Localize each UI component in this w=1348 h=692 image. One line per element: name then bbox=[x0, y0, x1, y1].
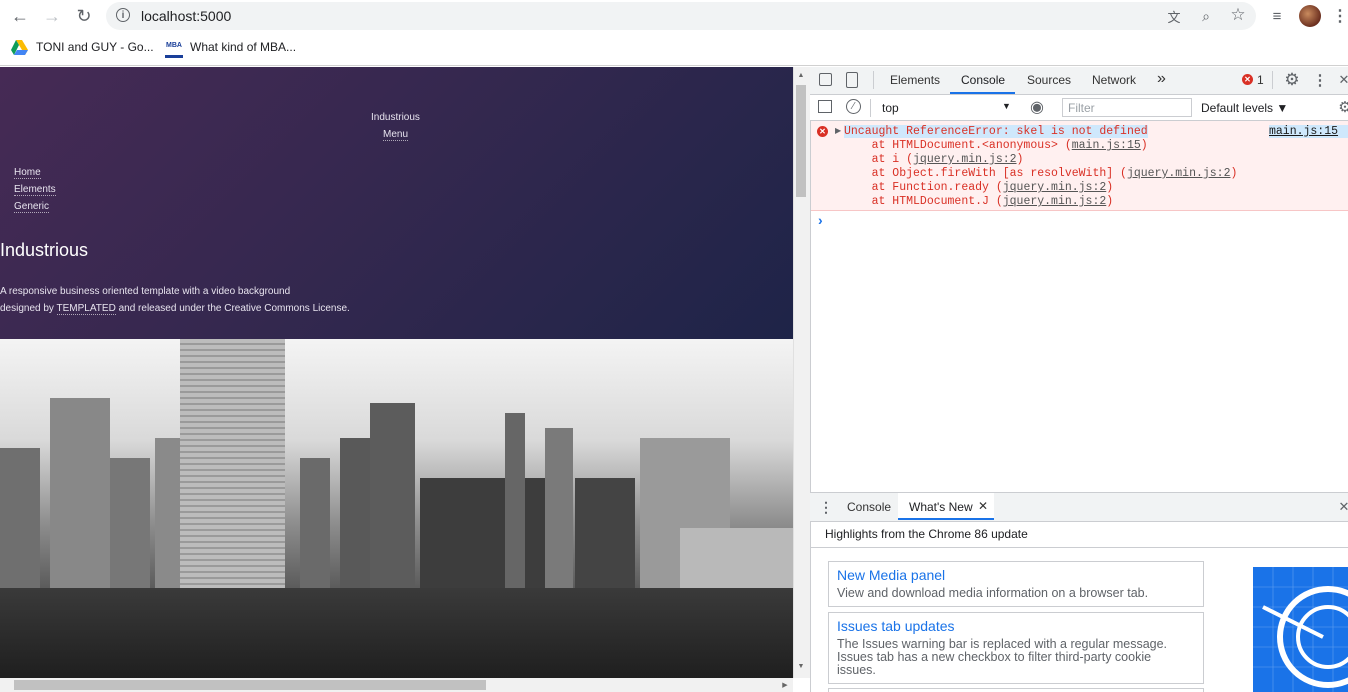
stack-line: at Object.fireWith [as resolveWith] (jqu… bbox=[844, 167, 1238, 180]
profile-avatar[interactable] bbox=[1299, 5, 1321, 27]
subtitle-line1: A responsive business oriented template … bbox=[0, 286, 291, 297]
stack-line: at HTMLDocument.<anonymous> (main.js:15) bbox=[844, 139, 1148, 152]
card-title[interactable]: Issues tab updates bbox=[837, 618, 955, 634]
close-devtools-icon[interactable]: ✕ bbox=[1338, 71, 1348, 89]
error-source-link[interactable]: main.js:15 bbox=[1269, 125, 1348, 138]
media-control-icon[interactable]: ≡ bbox=[1267, 6, 1287, 26]
context-dropdown-icon[interactable]: ▼ bbox=[1002, 101, 1011, 111]
show-sidebar-icon[interactable] bbox=[818, 100, 832, 113]
nav-generic[interactable]: Generic bbox=[14, 201, 50, 213]
browser-menu-icon[interactable]: ⋮ bbox=[1332, 6, 1348, 26]
menu-link[interactable]: Menu bbox=[383, 129, 409, 141]
whats-new-header: Highlights from the Chrome 86 update bbox=[825, 527, 1028, 541]
drawer-tab-console[interactable]: Console bbox=[847, 500, 891, 514]
subtitle-line2: designed by TEMPLATED and released under… bbox=[0, 303, 350, 315]
card-title[interactable]: New Media panel bbox=[837, 567, 945, 583]
error-message[interactable]: Uncaught ReferenceError: skel is not def… bbox=[844, 125, 1148, 138]
filter-placeholder: Filter bbox=[1068, 101, 1095, 115]
stack-link[interactable]: jquery.min.js:2 bbox=[1003, 181, 1107, 194]
more-tabs-icon[interactable]: » bbox=[1157, 70, 1166, 88]
console-input[interactable] bbox=[830, 214, 1330, 230]
reload-icon[interactable]: ↻ bbox=[70, 2, 98, 30]
stack-line: at HTMLDocument.J (jquery.min.js:2) bbox=[844, 195, 1114, 208]
stack-link[interactable]: jquery.min.js:2 bbox=[1127, 167, 1231, 180]
active-tab-indicator bbox=[950, 92, 1015, 94]
chrome-86-promo-image bbox=[1253, 567, 1348, 692]
mba-site-icon: MBA bbox=[165, 41, 183, 58]
page-horizontal-scroll-thumb[interactable] bbox=[14, 680, 486, 690]
card-description: View and download media information on a… bbox=[837, 586, 1149, 600]
error-count-icon[interactable]: ✕ bbox=[1242, 74, 1253, 85]
site-logo[interactable]: Industrious bbox=[371, 112, 420, 123]
back-icon[interactable]: ← bbox=[6, 2, 34, 30]
page-title: Industrious bbox=[0, 240, 89, 260]
nav-home[interactable]: Home bbox=[14, 167, 41, 179]
bookmark-toni-guy[interactable]: TONI and GUY - Go... bbox=[36, 40, 154, 54]
inspect-element-icon[interactable] bbox=[819, 73, 832, 86]
log-levels-select[interactable]: Default levels ▼ bbox=[1201, 101, 1288, 115]
stack-link[interactable]: main.js:15 bbox=[1072, 139, 1141, 152]
zoom-icon[interactable]: ⌕ bbox=[1196, 6, 1216, 26]
bookmark-star-icon[interactable]: ☆ bbox=[1228, 5, 1248, 25]
google-drive-icon bbox=[11, 40, 28, 55]
stack-line: at i (jquery.min.js:2) bbox=[844, 153, 1024, 166]
tab-divider bbox=[873, 71, 874, 89]
settings-gear-icon[interactable]: ⚙ bbox=[1282, 70, 1302, 89]
clear-console-icon[interactable]: ⁄ bbox=[846, 99, 861, 114]
subtitle-prefix: designed by bbox=[0, 303, 57, 314]
error-count[interactable]: 1 bbox=[1257, 73, 1264, 87]
forward-icon[interactable]: → bbox=[38, 2, 66, 30]
live-expression-eye-icon[interactable]: ◉ bbox=[1028, 99, 1046, 116]
toolbar-divider bbox=[870, 99, 871, 117]
card-description: The Issues warning bar is replaced with … bbox=[837, 637, 1168, 677]
bookmark-mba[interactable]: What kind of MBA... bbox=[190, 40, 296, 54]
tab-sources[interactable]: Sources bbox=[1027, 73, 1071, 87]
tab-divider bbox=[1272, 71, 1273, 89]
page-viewport: Industrious Menu Home Elements Generic I… bbox=[0, 67, 793, 678]
address-bar[interactable] bbox=[106, 2, 1256, 30]
subtitle-suffix: and released under the Creative Commons … bbox=[115, 303, 350, 314]
tab-elements[interactable]: Elements bbox=[890, 73, 940, 87]
templated-link[interactable]: TEMPLATED bbox=[56, 303, 116, 315]
stack-link[interactable]: jquery.min.js:2 bbox=[913, 153, 1017, 166]
error-icon: ✕ bbox=[817, 126, 828, 137]
expand-triangle-icon[interactable]: ▶ bbox=[835, 126, 841, 135]
whats-new-card[interactable] bbox=[828, 688, 1204, 692]
close-drawer-icon[interactable]: ✕ bbox=[1338, 499, 1348, 515]
site-info-icon[interactable]: i bbox=[116, 8, 130, 22]
url-text[interactable]: localhost:5000 bbox=[141, 8, 231, 24]
scroll-right-icon[interactable]: ▶ bbox=[780, 679, 790, 691]
tab-network[interactable]: Network bbox=[1092, 73, 1136, 87]
devtools-menu-icon[interactable]: ⋮ bbox=[1312, 71, 1328, 89]
stack-line: at Function.ready (jquery.min.js:2) bbox=[844, 181, 1114, 194]
console-settings-icon[interactable]: ⚙ bbox=[1338, 99, 1348, 116]
nav-elements[interactable]: Elements bbox=[14, 184, 56, 196]
city-background-image bbox=[0, 339, 793, 678]
context-select[interactable]: top bbox=[882, 101, 899, 115]
tab-console[interactable]: Console bbox=[961, 73, 1005, 87]
scroll-up-icon[interactable]: ▲ bbox=[794, 70, 808, 80]
device-toolbar-icon[interactable] bbox=[846, 72, 858, 88]
stack-link[interactable]: jquery.min.js:2 bbox=[1003, 195, 1107, 208]
page-vertical-scroll-thumb[interactable] bbox=[796, 85, 806, 197]
scroll-down-icon[interactable]: ▼ bbox=[794, 661, 808, 671]
close-tab-icon[interactable]: ✕ bbox=[978, 499, 988, 513]
console-prompt-icon[interactable]: › bbox=[818, 212, 823, 228]
drawer-menu-icon[interactable]: ⋮ bbox=[819, 499, 833, 515]
drawer-tab-whats-new[interactable]: What's New bbox=[909, 500, 973, 514]
hero-banner: Industrious Menu Home Elements Generic I… bbox=[0, 67, 793, 339]
translate-icon[interactable]: 文 bbox=[1164, 6, 1184, 26]
